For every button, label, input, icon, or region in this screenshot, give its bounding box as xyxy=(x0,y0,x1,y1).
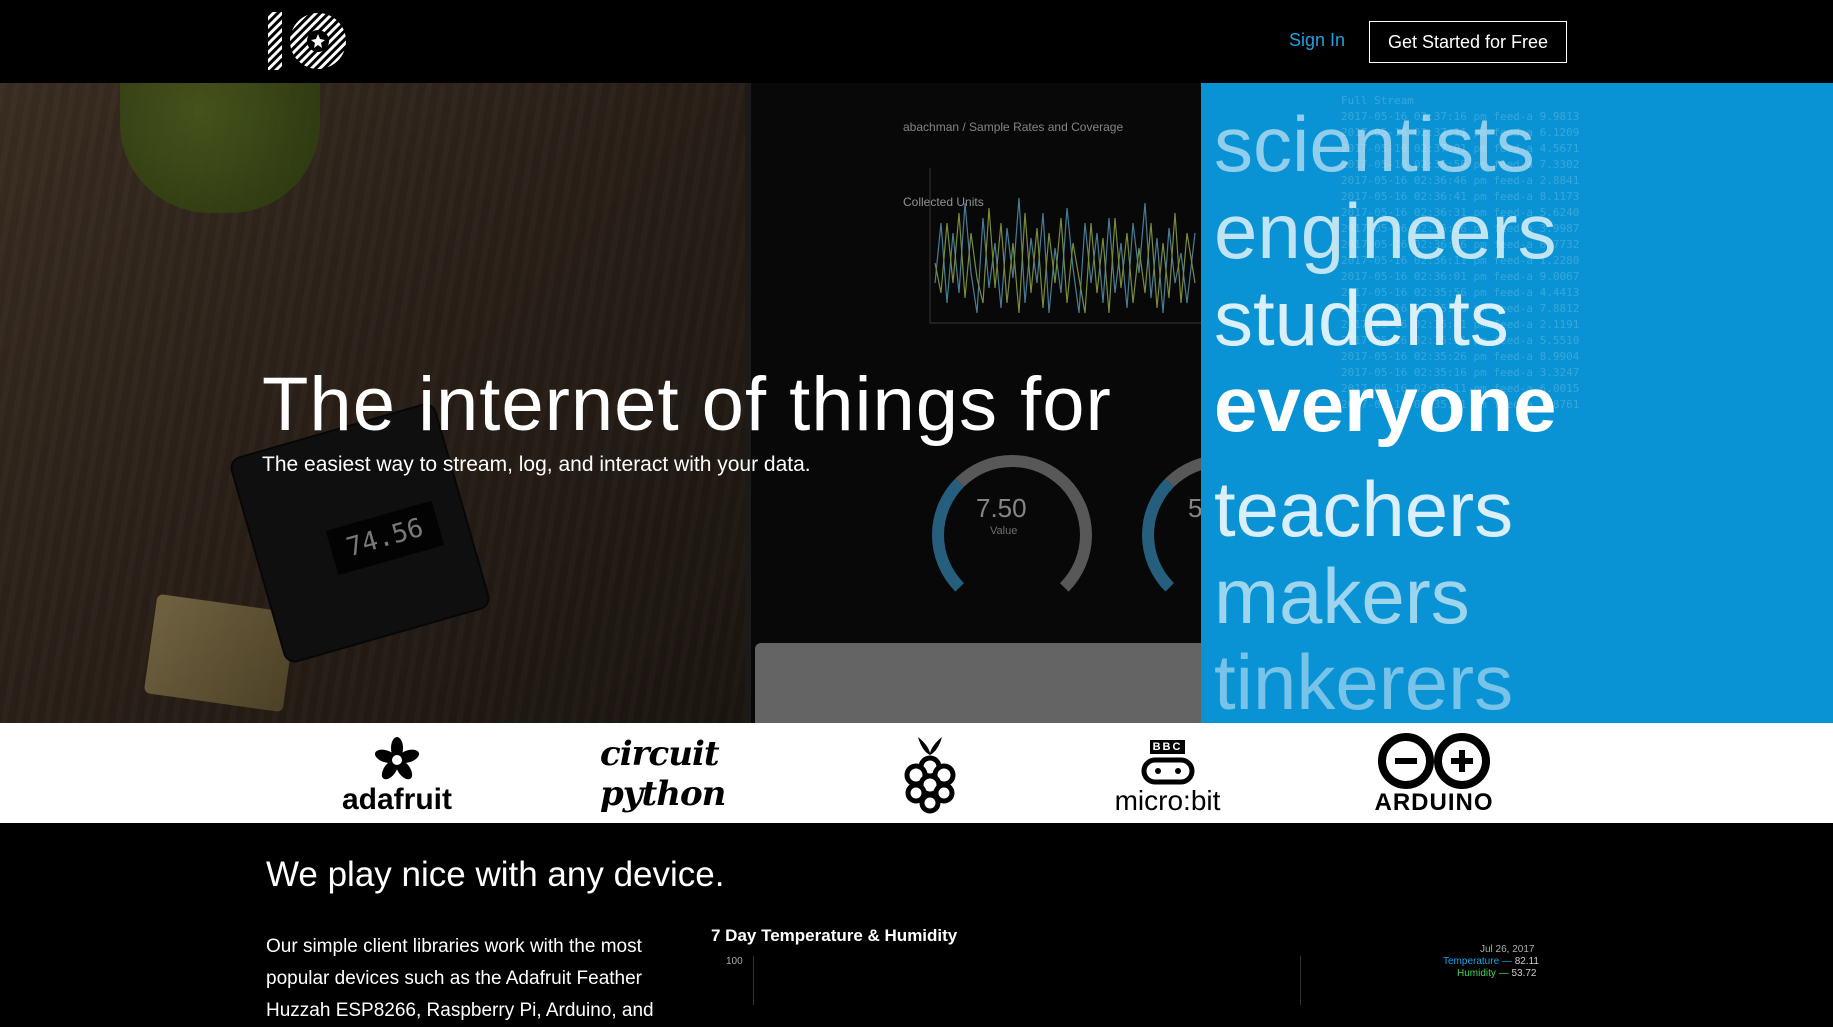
adafruit-wordmark: adafruit xyxy=(341,783,452,816)
temp-humidity-chart-title: 7 Day Temperature & Humidity xyxy=(711,926,958,945)
io-logo[interactable] xyxy=(266,10,348,72)
circuitpython-wordmark: circuit python xyxy=(600,734,726,814)
audience-panel: Full Stream 2017-05-16 02:37:16 pm feed-… xyxy=(1201,83,1833,723)
raspberry-icon xyxy=(904,737,956,814)
microbit-logo[interactable]: BBC micro:bit xyxy=(1100,731,1235,817)
top-navbar: Sign In Get Started for Free xyxy=(0,0,1833,83)
audience-everyone: everyone xyxy=(1214,360,1557,448)
temperature-value: 82.11 xyxy=(1514,956,1539,967)
microbit-face-icon xyxy=(1141,757,1194,785)
audience-students: students xyxy=(1214,274,1509,362)
chart-y-axis xyxy=(753,956,754,1005)
humidity-label: Humidity xyxy=(1457,968,1496,979)
get-started-button[interactable]: Get Started for Free xyxy=(1369,21,1567,63)
chart-cursor-line xyxy=(1300,956,1301,1005)
humidity-value: 53.72 xyxy=(1511,968,1537,979)
adafruit-logo[interactable]: adafruit xyxy=(332,731,462,817)
chart-temperature-readout: Temperature — 82.11 xyxy=(1443,956,1539,967)
device-section-body: Our simple client libraries work with th… xyxy=(266,936,654,1021)
chart-humidity-readout: Humidity — 53.72 xyxy=(1457,968,1537,979)
arduino-infinity-icon xyxy=(1378,733,1490,789)
chart-hover-date: Jul 26, 2017 xyxy=(1480,944,1535,955)
hero-subheadline: The easiest way to stream, log, and inte… xyxy=(262,453,811,476)
humidity-dash: — xyxy=(1498,968,1512,979)
chart-y-top-tick: 100 xyxy=(726,956,743,967)
audience-engineers: engineers xyxy=(1214,187,1557,275)
hero-section: 74.56 abachman / Sample Rates and Covera… xyxy=(0,83,1833,723)
audience-tinkerers: tinkerers xyxy=(1214,638,1514,723)
device-section: We play nice with any device. Our simple… xyxy=(0,823,1833,1021)
raspberry-pi-logo[interactable] xyxy=(895,731,965,817)
device-section-heading: We play nice with any device. xyxy=(266,855,725,894)
temperature-dash: — xyxy=(1501,956,1515,967)
audience-makers: makers xyxy=(1214,552,1470,640)
adafruit-flower-icon xyxy=(374,737,420,780)
arduino-wordmark: ARDUINO xyxy=(1374,789,1494,816)
audience-scientists: scientists xyxy=(1214,100,1535,188)
microbit-wordmark: micro:bit xyxy=(1114,785,1221,816)
arduino-logo[interactable]: ARDUINO xyxy=(1369,731,1499,817)
partner-logo-strip: adafruit circuit python BBC micro:bit AR… xyxy=(0,723,1833,823)
circuitpython-logo[interactable]: circuit python xyxy=(600,731,750,817)
bbc-wordmark: BBC xyxy=(1149,740,1186,754)
temperature-label: Temperature xyxy=(1443,956,1500,967)
sign-in-link[interactable]: Sign In xyxy=(1289,30,1345,51)
audience-teachers: teachers xyxy=(1214,465,1514,553)
hero-headline: The internet of things for xyxy=(262,362,1112,447)
